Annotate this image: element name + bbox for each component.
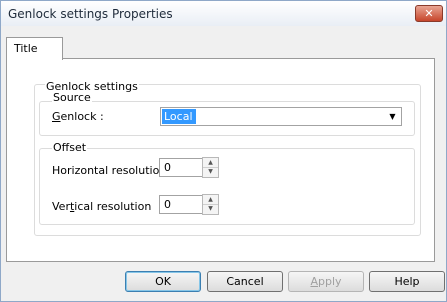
chevron-down-icon[interactable]: ▼	[384, 108, 401, 125]
ok-button[interactable]: OK	[125, 271, 201, 292]
cancel-button[interactable]: Cancel	[207, 271, 283, 292]
source-group-label: Source	[52, 91, 92, 104]
help-button[interactable]: Help	[369, 271, 445, 292]
apply-mnemonic: A	[310, 275, 318, 288]
genlock-label-rest: enlock :	[60, 110, 104, 123]
vertical-resolution-spinner[interactable]: ▲ ▼	[202, 194, 219, 215]
close-icon: ✕	[424, 7, 434, 20]
close-button[interactable]: ✕	[415, 5, 443, 22]
arrow-down-icon[interactable]: ▼	[203, 204, 218, 213]
genlock-label-mnemonic: G	[52, 110, 61, 123]
genlock-selected-value: Local	[162, 109, 196, 124]
genlock-label: Genlock :	[52, 110, 104, 123]
vertical-resolution-label: Vertical resolution	[52, 200, 151, 213]
tab-title[interactable]: Title	[6, 37, 63, 60]
offset-group-label: Offset	[52, 141, 88, 154]
genlock-dropdown[interactable]: Local ▼	[160, 107, 402, 126]
vertical-label-start: Ver	[52, 200, 70, 213]
horizontal-resolution-input[interactable]: 0	[159, 158, 203, 177]
apply-button[interactable]: Apply	[288, 271, 364, 292]
window-title: Genlock settings Properties	[8, 7, 173, 21]
apply-rest: pply	[318, 275, 342, 288]
horizontal-resolution-spinner[interactable]: ▲ ▼	[202, 157, 219, 178]
title-bar[interactable]: Genlock settings Properties ✕	[1, 1, 446, 26]
vertical-resolution-input[interactable]: 0	[159, 195, 203, 214]
tab-title-label: Title	[14, 42, 38, 55]
horizontal-resolution-value: 0	[164, 161, 171, 174]
vertical-label-rest: ical resolution	[74, 200, 152, 213]
vertical-resolution-value: 0	[164, 198, 171, 211]
offset-group	[39, 148, 415, 225]
horizontal-resolution-label: Horizontal resolution	[52, 164, 167, 177]
arrow-down-icon[interactable]: ▼	[203, 167, 218, 176]
